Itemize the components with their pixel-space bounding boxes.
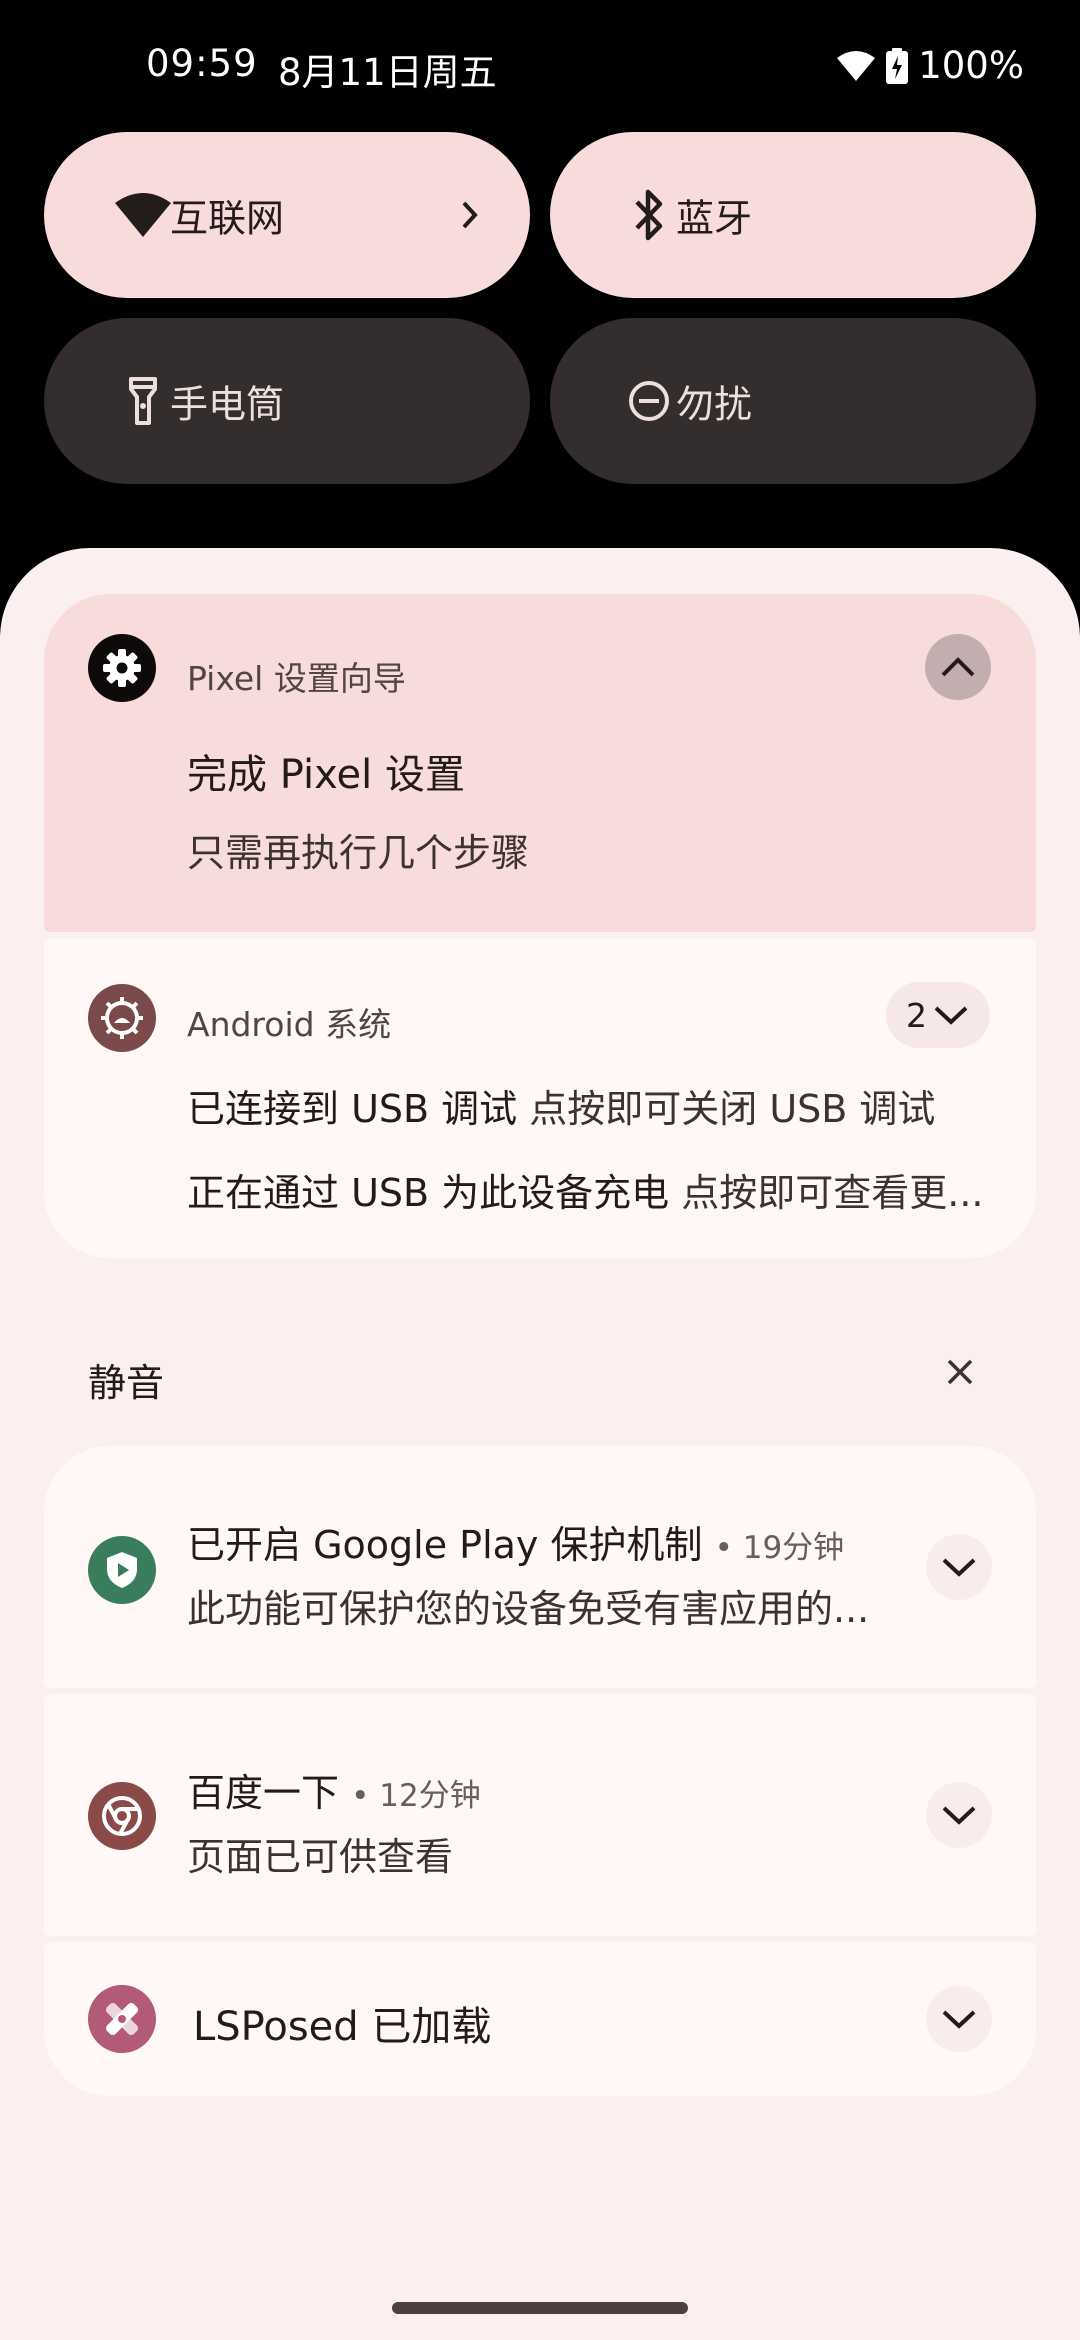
battery-percent: 100% [918,44,1024,87]
expand-button[interactable] [926,1986,992,2052]
tile-bluetooth[interactable]: 蓝牙 [550,132,1036,298]
chrome-icon [88,1782,156,1850]
notification-time: 19分钟 [742,1530,845,1566]
notification-text: 页面已可供查看 [187,1835,454,1879]
status-bar: 09:59 8月11日周五 100% [0,0,1080,130]
notification-baidu[interactable]: 百度一下 • 12分钟 页面已可供查看 [44,1694,1036,1936]
usb-charging-title: 正在通过 USB 为此设备充电 [187,1171,670,1215]
wifi-signal-icon [837,50,876,81]
tile-bluetooth-label: 蓝牙 [676,196,753,241]
chevron-down-icon [942,1806,976,1825]
notification-title: 已开启 Google Play 保护机制 [187,1523,703,1567]
clear-silent-button[interactable] [938,1350,982,1394]
baidu-title-line: 百度一下 • 12分钟 [187,1771,481,1815]
notification-text: 只需再执行几个步骤 [187,831,530,875]
play-protect-icon [88,1536,156,1604]
notification-pixel-setup[interactable]: Pixel 设置向导 完成 Pixel 设置 只需再执行几个步骤 [44,594,1036,932]
tile-internet-label: 互联网 [170,196,285,241]
android-system-icon [88,984,156,1052]
status-time: 09:59 [146,42,258,85]
expand-button[interactable] [926,1534,992,1600]
usb-debug-text: 点按即可关闭 USB 调试 [529,1087,936,1131]
usb-debug-title: 已连接到 USB 调试 [187,1087,518,1131]
close-icon [947,1359,973,1385]
notification-lsposed[interactable]: LSPosed 已加载 [44,1942,1036,2096]
home-indicator[interactable] [392,2302,688,2314]
usb-charging-text: 点按即可查看更... [681,1171,984,1215]
status-date: 8月11日周五 [278,51,497,94]
battery-charging-icon [886,47,909,84]
chevron-right-icon[interactable] [450,195,490,235]
app-name-pixel-setup: Pixel 设置向导 [187,659,406,698]
notification-text: 此功能可保护您的设备免受有害应用的... [187,1587,870,1631]
flashlight-icon [110,368,176,434]
bluetooth-icon [616,182,682,248]
notification-time: 12分钟 [379,1778,481,1814]
status-icons: 100% [836,44,1024,87]
lsposed-icon [88,1985,156,2053]
app-name-android-system: Android 系统 [187,1005,392,1044]
tile-do-not-disturb[interactable]: 勿扰 [550,318,1036,484]
notification-title: LSPosed 已加载 [193,2004,492,2050]
tile-flashlight-label: 手电筒 [170,382,285,427]
gear-icon [88,634,156,702]
tile-dnd-label: 勿扰 [676,382,753,427]
do-not-disturb-icon [616,368,682,434]
tile-flashlight[interactable]: 手电筒 [44,318,530,484]
notification-play-protect[interactable]: 已开启 Google Play 保护机制 • 19分钟 此功能可保护您的设备免受… [44,1446,1036,1688]
chevron-down-icon [942,2010,976,2029]
collapse-button[interactable] [925,634,991,700]
notification-count: 2 [906,995,927,1035]
play-protect-title-line: 已开启 Google Play 保护机制 • 19分钟 [187,1523,845,1567]
notification-title: 完成 Pixel 设置 [187,752,465,798]
chevron-down-icon [942,1558,976,1577]
usb-charging-line: 正在通过 USB 为此设备充电 点按即可查看更... [187,1162,984,1217]
wifi-icon [110,182,176,248]
notification-android-system[interactable]: Android 系统 2 已连接到 USB 调试 点按即可关闭 USB 调试 正… [44,938,1036,1258]
expand-button[interactable] [926,1782,992,1848]
notification-count-expand[interactable]: 2 [886,982,990,1048]
usb-debug-line: 已连接到 USB 调试 点按即可关闭 USB 调试 [187,1078,935,1133]
chevron-down-icon [934,1006,968,1025]
tile-internet[interactable]: 互联网 [44,132,530,298]
notification-title: 百度一下 [187,1771,340,1815]
silent-section-header: 静音 [88,1361,165,1405]
chevron-up-icon [941,657,975,677]
